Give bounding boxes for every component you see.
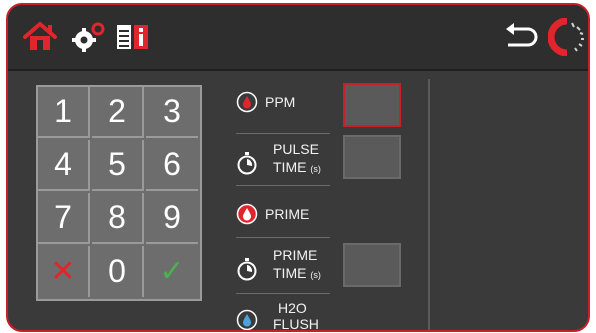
stopwatch-icon — [237, 258, 257, 281]
device-screen: 1 2 3 4 5 6 7 8 9 ✕ 0 ✓ PPM PULSE TIME (… — [6, 3, 590, 332]
pulse-label: PULSE — [273, 141, 319, 157]
key-1[interactable]: 1 — [38, 87, 90, 138]
key-8[interactable]: 8 — [92, 193, 144, 244]
key-5[interactable]: 5 — [92, 140, 144, 191]
drop-icon — [236, 91, 258, 113]
check-icon: ✓ — [159, 255, 185, 288]
flush-label: FLUSH — [273, 316, 319, 332]
prime-time-label-2: TIME (s) — [273, 265, 321, 281]
key-2[interactable]: 2 — [92, 87, 144, 138]
info-icon[interactable] — [116, 22, 150, 52]
prime-time-label-1: PRIME — [273, 247, 318, 263]
home-icon[interactable] — [22, 21, 58, 53]
key-6[interactable]: 6 — [146, 140, 198, 191]
prime-label: PRIME — [265, 206, 310, 222]
ppm-value-field[interactable] — [343, 83, 401, 127]
divider — [236, 133, 330, 134]
divider — [236, 293, 330, 294]
top-bar — [8, 5, 588, 71]
key-3[interactable]: 3 — [146, 87, 198, 138]
numeric-keypad: 1 2 3 4 5 6 7 8 9 ✕ 0 ✓ — [36, 85, 202, 301]
prime-time-value-field[interactable] — [343, 243, 401, 287]
panel-divider — [428, 79, 430, 330]
settings-gears-icon[interactable] — [70, 21, 108, 53]
confirm-key[interactable]: ✓ — [146, 246, 198, 297]
stopwatch-icon — [237, 152, 257, 175]
key-9[interactable]: 9 — [146, 193, 198, 244]
water-drop-icon — [236, 309, 258, 330]
key-4[interactable]: 4 — [38, 140, 90, 191]
divider — [236, 185, 330, 186]
pulse-time-label: TIME (s) — [273, 159, 321, 175]
divider — [236, 237, 330, 238]
pulse-time-value-field[interactable] — [343, 135, 401, 179]
loading-ring-icon — [548, 18, 584, 56]
cancel-key[interactable]: ✕ — [38, 246, 90, 297]
key-0[interactable]: 0 — [92, 246, 144, 297]
cancel-icon: ✕ — [50, 255, 76, 288]
prime-drop-icon — [236, 203, 258, 225]
key-7[interactable]: 7 — [38, 193, 90, 244]
back-arrow-icon[interactable] — [502, 23, 538, 51]
h2o-label: H2O — [278, 300, 307, 316]
ppm-label: PPM — [265, 94, 296, 110]
